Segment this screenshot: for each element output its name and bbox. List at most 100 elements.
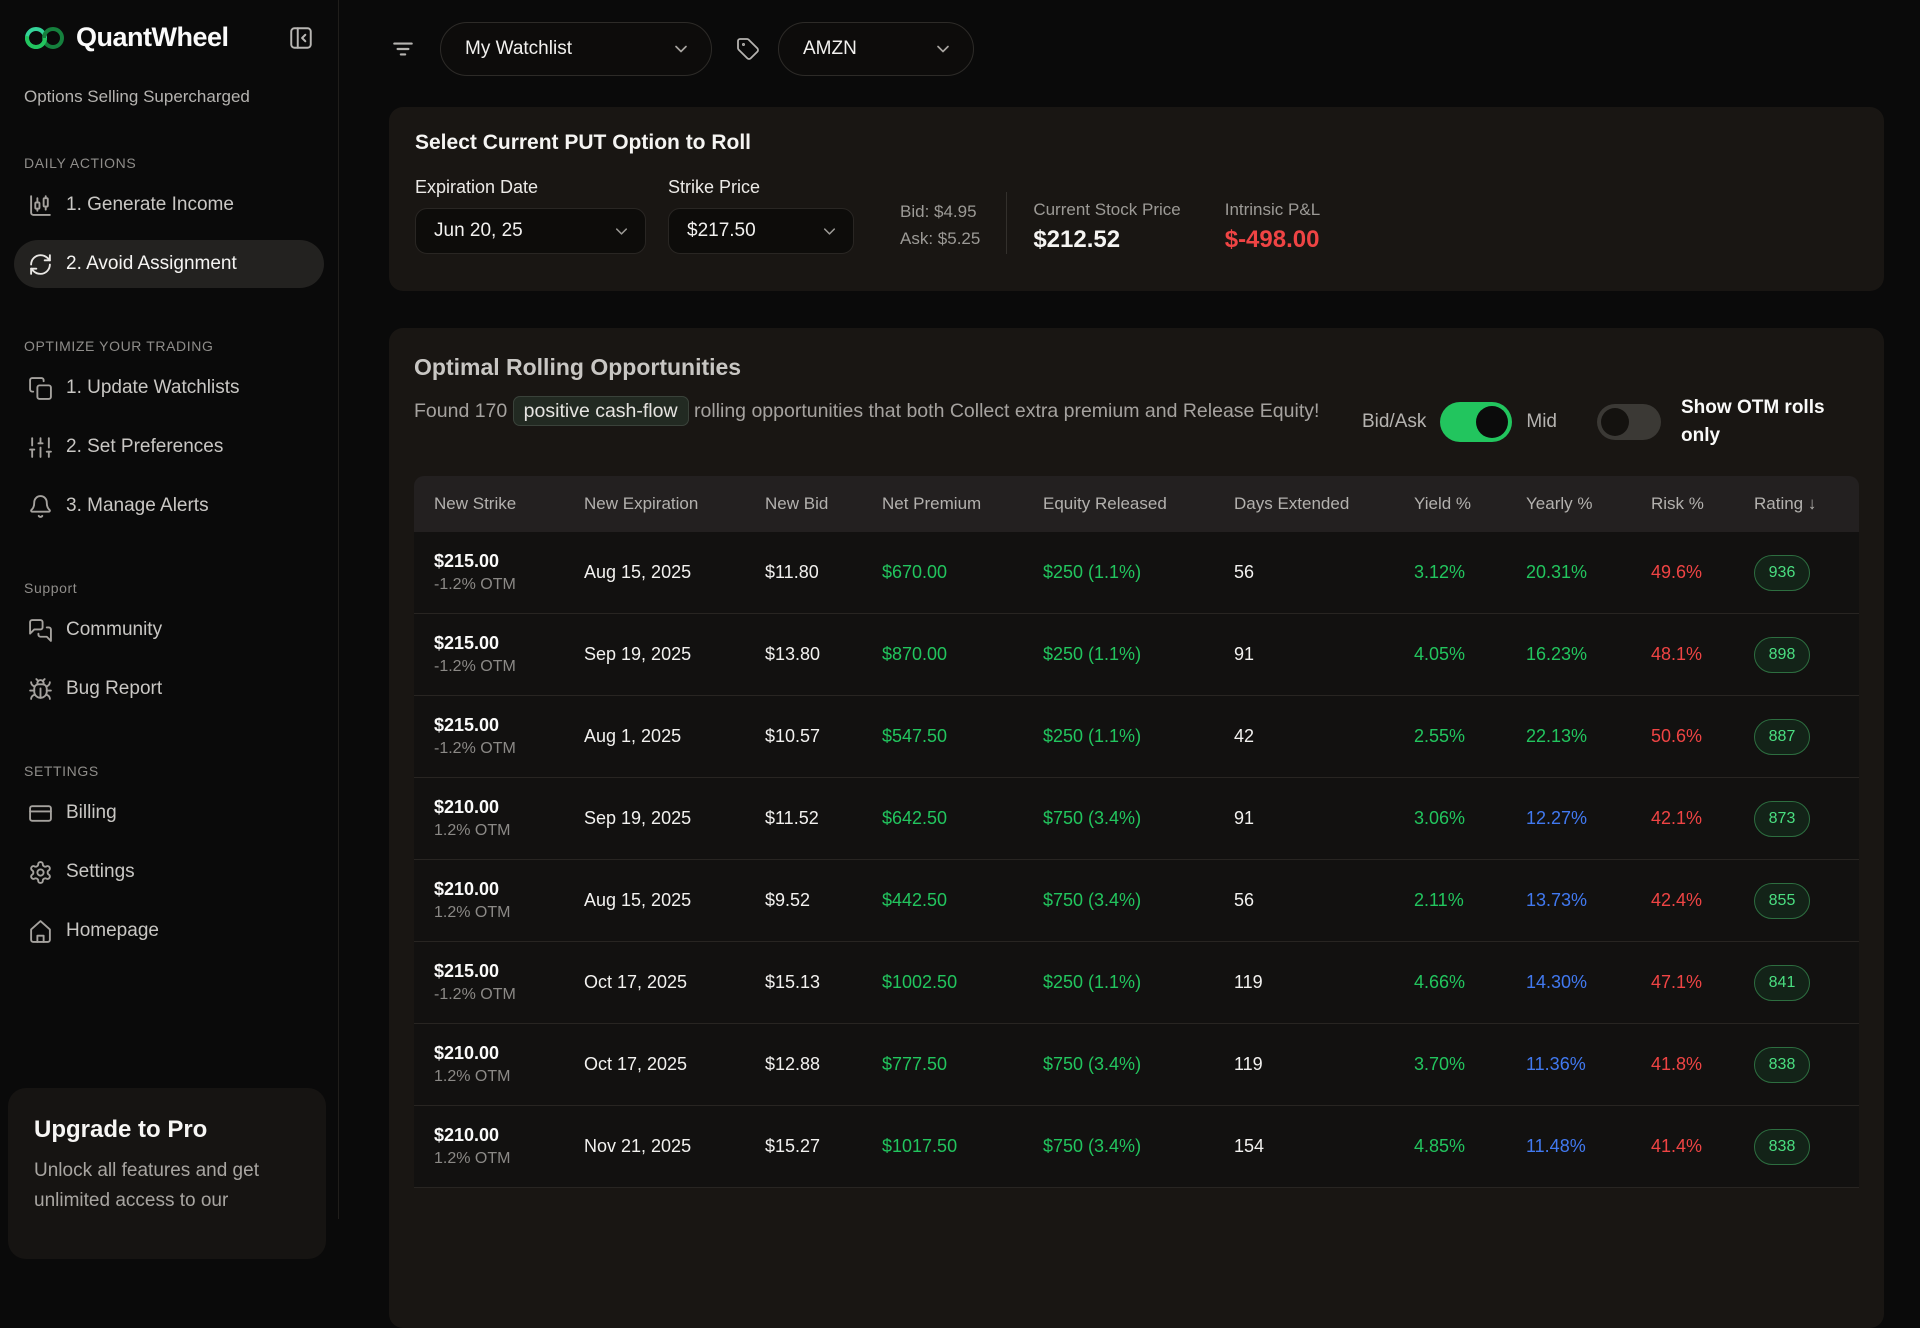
watchlist-select[interactable]: My Watchlist [440,22,712,76]
chat-bubbles-icon [26,618,54,643]
upgrade-to-pro-card[interactable]: Upgrade to Pro Unlock all features and g… [8,1088,326,1259]
new-bid-cell: $9.52 [765,890,882,911]
new-strike-cell: $210.00 1.2% OTM [434,797,584,840]
risk-percent-cell: 50.6% [1651,726,1754,747]
bid-ask-mid-toggle[interactable] [1440,402,1512,442]
column-header-rating[interactable]: Rating ↓ [1754,494,1879,514]
yield-percent-cell: 3.12% [1414,562,1526,583]
rating-cell: 887 [1754,719,1879,755]
table-row[interactable]: $215.00 -1.2% OTM Aug 15, 2025 $11.80 $6… [414,532,1859,614]
net-premium-cell: $1002.50 [882,972,1043,993]
table-row[interactable]: $215.00 -1.2% OTM Aug 1, 2025 $10.57 $54… [414,696,1859,778]
days-extended-cell: 91 [1234,808,1414,829]
net-premium-cell: $1017.50 [882,1136,1043,1157]
yield-percent-cell: 3.06% [1414,808,1526,829]
yearly-percent-cell: 16.23% [1526,644,1651,665]
section-title-support: Support [24,580,314,596]
days-extended-cell: 56 [1234,890,1414,911]
toggle-knob [1476,406,1508,438]
sidebar-item-bug-report[interactable]: Bug Report [14,665,324,713]
tag-icon [736,37,760,61]
equity-released-cell: $750 (3.4%) [1043,1054,1234,1075]
current-stock-price-stat: Current Stock Price $212.52 [1033,200,1180,254]
new-expiration-cell: Aug 1, 2025 [584,726,765,747]
sidebar-item-billing[interactable]: Billing [14,789,324,837]
home-icon [26,919,54,944]
strike-value: $210.00 [434,879,584,900]
sidebar-item-manage-alerts[interactable]: 3. Manage Alerts [14,482,324,530]
table-row[interactable]: $215.00 -1.2% OTM Oct 17, 2025 $15.13 $1… [414,942,1859,1024]
column-header-days-extended[interactable]: Days Extended [1234,494,1414,514]
column-header-yield[interactable]: Yield % [1414,494,1526,514]
column-header-new-strike[interactable]: New Strike [434,494,584,514]
rating-badge: 873 [1754,801,1810,837]
yield-percent-cell: 4.66% [1414,972,1526,993]
table-row[interactable]: $210.00 1.2% OTM Aug 15, 2025 $9.52 $442… [414,860,1859,942]
otm-percent: 1.2% OTM [434,1068,584,1086]
column-header-new-expiration[interactable]: New Expiration [584,494,765,514]
sidebar-item-avoid-assignment[interactable]: 2. Avoid Assignment [14,240,324,288]
yearly-percent-cell: 12.27% [1526,808,1651,829]
new-expiration-cell: Sep 19, 2025 [584,808,765,829]
copy-pages-icon [26,376,54,401]
collapse-sidebar-icon[interactable] [288,25,314,51]
yearly-percent-cell: 22.13% [1526,726,1651,747]
subtitle-suffix: rolling opportunities that both Collect … [694,400,1319,422]
ticker-select[interactable]: AMZN [778,22,974,76]
yearly-percent-cell: 11.48% [1526,1136,1651,1157]
sidebar-item-community[interactable]: Community [14,606,324,654]
stock-price-label: Current Stock Price [1033,200,1180,220]
bug-icon [26,677,54,702]
sidebar-item-label: 3. Manage Alerts [66,495,209,517]
table-row[interactable]: $210.00 1.2% OTM Sep 19, 2025 $11.52 $64… [414,778,1859,860]
risk-percent-cell: 42.4% [1651,890,1754,911]
divider [1006,192,1007,254]
credit-card-icon [26,801,54,826]
days-extended-cell: 154 [1234,1136,1414,1157]
column-header-risk[interactable]: Risk % [1651,494,1754,514]
equity-released-cell: $250 (1.1%) [1043,972,1234,993]
section-title-settings: SETTINGS [24,763,314,779]
new-expiration-cell: Oct 17, 2025 [584,1054,765,1075]
sidebar-item-label: 2. Set Preferences [66,436,223,458]
sidebar-item-homepage[interactable]: Homepage [14,907,324,955]
table-row[interactable]: $210.00 1.2% OTM Oct 17, 2025 $12.88 $77… [414,1024,1859,1106]
rating-cell: 838 [1754,1047,1879,1083]
rating-header-label: Rating [1754,494,1803,513]
new-strike-cell: $210.00 1.2% OTM [434,879,584,922]
days-extended-cell: 91 [1234,644,1414,665]
subtitle-prefix: Found 170 [414,400,507,422]
column-header-new-bid[interactable]: New Bid [765,494,882,514]
expiration-date-select[interactable]: Jun 20, 25 [415,208,646,254]
sidebar-item-set-preferences[interactable]: 2. Set Preferences [14,423,324,471]
column-header-net-premium[interactable]: Net Premium [882,494,1043,514]
net-premium-cell: $670.00 [882,562,1043,583]
filter-icon[interactable] [390,36,416,62]
column-header-equity-released[interactable]: Equity Released [1043,494,1234,514]
new-expiration-cell: Aug 15, 2025 [584,562,765,583]
strike-value: $210.00 [434,1125,584,1146]
new-bid-cell: $11.52 [765,808,882,829]
chevron-down-icon [612,222,631,241]
sidebar-item-generate-income[interactable]: 1. Generate Income [14,181,324,229]
net-premium-cell: $777.50 [882,1054,1043,1075]
sidebar-item-label: Billing [66,802,117,824]
new-strike-cell: $215.00 -1.2% OTM [434,961,584,1004]
table-row[interactable]: $215.00 -1.2% OTM Sep 19, 2025 $13.80 $8… [414,614,1859,696]
net-premium-cell: $642.50 [882,808,1043,829]
sidebar-item-settings[interactable]: Settings [14,848,324,896]
select-put-panel: Select Current PUT Option to Roll Expira… [389,107,1884,291]
strike-price-select[interactable]: $217.50 [668,208,854,254]
show-otm-rolls-toggle[interactable] [1597,404,1661,440]
column-header-yearly[interactable]: Yearly % [1526,494,1651,514]
sidebar-item-update-watchlists[interactable]: 1. Update Watchlists [14,364,324,412]
days-extended-cell: 42 [1234,726,1414,747]
rating-cell: 873 [1754,801,1879,837]
toggle-knob [1601,408,1629,436]
brand-tagline: Options Selling Supercharged [24,87,314,107]
table-row[interactable]: $210.00 1.2% OTM Nov 21, 2025 $15.27 $10… [414,1106,1859,1188]
bid-ask-toggle-label: Bid/Ask [1362,411,1426,433]
yield-percent-cell: 4.05% [1414,644,1526,665]
sidebar-item-label: Homepage [66,920,159,942]
risk-percent-cell: 49.6% [1651,562,1754,583]
